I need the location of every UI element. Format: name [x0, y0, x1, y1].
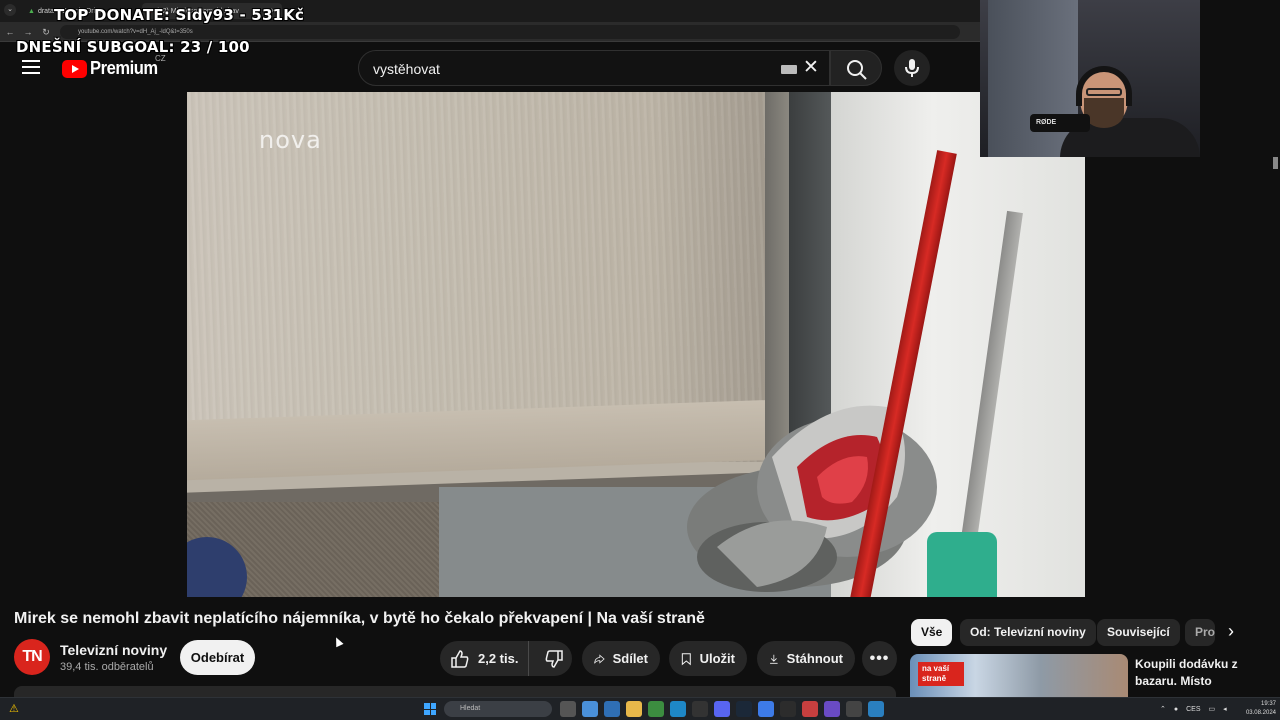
- reload-icon[interactable]: ↻: [40, 26, 52, 38]
- streamer-webcam: RØDE: [980, 0, 1200, 157]
- chip-all[interactable]: Vše: [911, 619, 953, 646]
- url-input[interactable]: youtube.com/watch?v=dH_Aj_-ldQ&t=350s: [60, 25, 960, 39]
- like-button[interactable]: 2,2 tis.: [440, 641, 529, 676]
- app-icon[interactable]: [824, 701, 840, 717]
- bookmark-icon: [681, 652, 691, 665]
- thumbs-up-icon: [451, 649, 469, 668]
- chip-related[interactable]: Související: [1097, 619, 1180, 646]
- app-icon[interactable]: [846, 701, 862, 717]
- video-title: Mirek se nemohl zbavit neplatícího nájem…: [14, 610, 705, 627]
- recommended-badge: na vaší straně: [918, 662, 964, 686]
- microphone-icon[interactable]: ●: [1174, 706, 1178, 713]
- thumbs-down-icon: [545, 649, 563, 668]
- discord-icon[interactable]: [714, 701, 730, 717]
- folder-icon[interactable]: [626, 701, 642, 717]
- download-label: Stáhnout: [786, 651, 843, 666]
- steam-icon[interactable]: [736, 701, 752, 717]
- share-icon: [594, 653, 605, 664]
- channel-avatar[interactable]: TN: [14, 639, 50, 675]
- search-button[interactable]: [830, 50, 882, 86]
- clock-date: 03.08.2024: [1245, 710, 1276, 716]
- youtube-play-icon: [62, 59, 87, 78]
- clock-time: 19:37: [1260, 701, 1276, 707]
- messenger-icon[interactable]: [758, 701, 774, 717]
- headphones-icon: [1076, 66, 1132, 106]
- microphone-brand: RØDE: [1030, 114, 1090, 132]
- top-donate-overlay: TOP DONATE: Sidy93 - 531Kč: [54, 6, 305, 24]
- tab-search-menu-icon[interactable]: ⌄: [4, 4, 16, 16]
- subscriber-count: 39,4 tis. odběratelů: [60, 661, 154, 673]
- dislike-button[interactable]: [537, 641, 572, 676]
- app-icon[interactable]: [780, 701, 796, 717]
- youtube-logo[interactable]: Premium: [62, 58, 164, 79]
- windows-start-icon[interactable]: [424, 703, 436, 715]
- keyboard-icon[interactable]: [781, 65, 797, 74]
- scrollbar[interactable]: [1273, 157, 1278, 169]
- share-label: Sdílet: [612, 651, 648, 666]
- subgoal-overlay: DNEŠNÍ SUBGOAL: 23 / 100: [16, 38, 250, 56]
- chip-from-channel[interactable]: Od: Televizní noviny: [960, 619, 1096, 646]
- download-icon: [770, 654, 778, 664]
- widgets-icon[interactable]: [582, 701, 598, 717]
- chevron-up-icon[interactable]: ⌃: [1160, 705, 1166, 713]
- network-icon[interactable]: ▭: [1209, 705, 1216, 713]
- share-button[interactable]: Sdílet: [582, 641, 660, 676]
- mouse-cursor-icon: [332, 635, 344, 648]
- obs-icon[interactable]: [692, 701, 708, 717]
- download-button[interactable]: Stáhnout: [757, 641, 855, 676]
- like-count: 2,2 tis.: [478, 651, 519, 666]
- video-frame-shoes: [687, 405, 937, 592]
- like-dislike-group: 2,2 tis.: [440, 641, 572, 676]
- volume-icon[interactable]: ◂: [1223, 705, 1227, 713]
- edge-icon[interactable]: [670, 701, 686, 717]
- back-arrow-icon[interactable]: ←: [4, 26, 16, 38]
- save-label: Uložit: [699, 651, 735, 666]
- forward-arrow-icon[interactable]: →: [22, 26, 34, 38]
- app-icon[interactable]: [868, 701, 884, 717]
- store-icon[interactable]: [604, 701, 620, 717]
- clear-search-icon[interactable]: ✕: [803, 57, 819, 79]
- more-actions-button[interactable]: •••: [862, 641, 897, 676]
- search-icon: [847, 60, 867, 80]
- search-value: vystěhovat: [373, 61, 440, 77]
- chrome-icon[interactable]: [648, 701, 664, 717]
- warning-icon[interactable]: ⚠: [9, 702, 19, 715]
- chevron-right-icon[interactable]: ›: [1228, 621, 1234, 642]
- windows-taskbar: ⚠ Hledat ⌃ ● CES ▭ ◂ 19:37 03.08.2024: [0, 697, 1280, 720]
- system-tray: ⌃ ● CES ▭ ◂: [1160, 701, 1227, 717]
- drive-icon: ▲: [28, 7, 35, 15]
- search-input[interactable]: vystěhovat ✕: [358, 50, 830, 86]
- clock[interactable]: 19:37 03.08.2024: [1236, 700, 1276, 718]
- menu-icon[interactable]: [22, 60, 40, 74]
- microphone-icon: [905, 59, 919, 77]
- taskbar-apps: [560, 701, 884, 717]
- subscribe-button[interactable]: Odebírat: [180, 640, 255, 675]
- channel-name[interactable]: Televizní noviny: [60, 642, 167, 658]
- app-icon[interactable]: [802, 701, 818, 717]
- taskbar-search[interactable]: Hledat: [444, 701, 552, 717]
- voice-search-button[interactable]: [894, 50, 930, 86]
- task-view-icon[interactable]: [560, 701, 576, 717]
- chip-for-you[interactable]: Pro: [1185, 619, 1215, 646]
- save-button[interactable]: Uložit: [669, 641, 747, 676]
- language-indicator[interactable]: CES: [1186, 706, 1200, 713]
- recommended-video-title[interactable]: Koupili dodávku z bazaru. Místo: [1135, 656, 1275, 690]
- video-player[interactable]: nova: [187, 92, 1085, 597]
- recommended-video-thumbnail[interactable]: na vaší straně: [910, 654, 1128, 700]
- logo-text: Premium: [90, 58, 158, 78]
- nova-watermark: nova: [259, 126, 322, 154]
